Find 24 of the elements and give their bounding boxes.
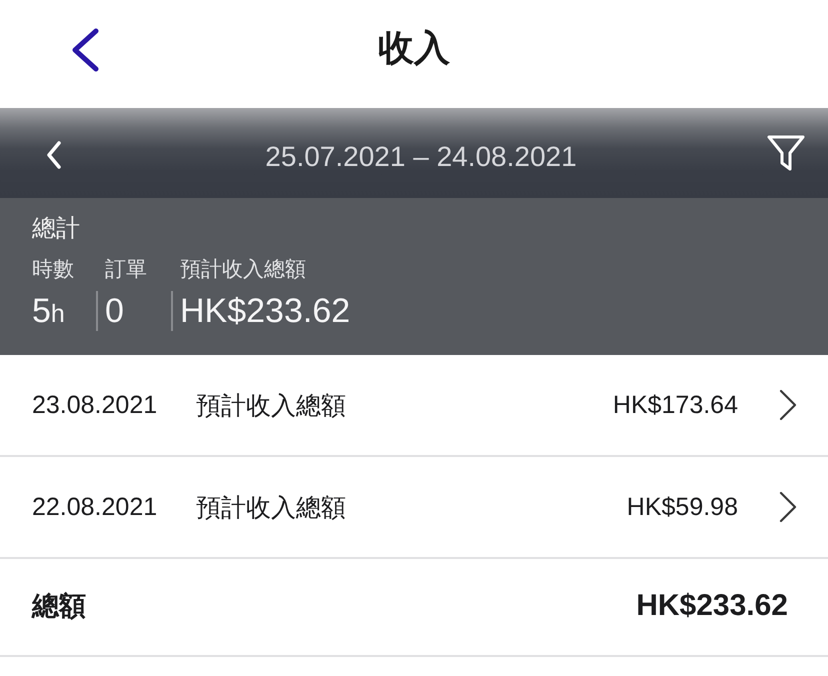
summary-title: 總計 [32, 214, 80, 244]
right-chevron-icon [778, 491, 798, 523]
total-amount: HK$233.62 [636, 588, 788, 622]
entry-label: 預計收入總額 [196, 492, 347, 524]
funnel-icon [767, 135, 805, 171]
entry-amount: HK$59.98 [626, 492, 738, 522]
stat-value: 5h [32, 291, 65, 332]
right-chevron-icon [778, 389, 798, 421]
entry-amount: HK$173.64 [612, 390, 738, 420]
stat-label: 預計收入總額 [180, 257, 306, 283]
page-title: 收入 [378, 26, 450, 70]
income-entry-row[interactable]: 23.08.2021 預計收入總額 HK$173.64 [0, 355, 828, 457]
stat-label: 訂單 [105, 257, 147, 283]
left-chevron-icon [46, 141, 62, 169]
entry-date: 23.08.2021 [32, 390, 158, 420]
income-entry-row[interactable]: 22.08.2021 預計收入總額 HK$59.98 [0, 457, 828, 559]
entry-date: 22.08.2021 [32, 492, 158, 522]
total-label: 總額 [32, 590, 86, 622]
stat-value: HK$233.62 [180, 291, 350, 332]
back-chevron-icon [70, 28, 100, 72]
entry-label: 預計收入總額 [196, 390, 347, 422]
date-range: 25.07.2021 – 24.08.2021 [264, 141, 578, 173]
stat-value: 0 [105, 291, 124, 332]
stat-label: 時數 [32, 257, 74, 283]
